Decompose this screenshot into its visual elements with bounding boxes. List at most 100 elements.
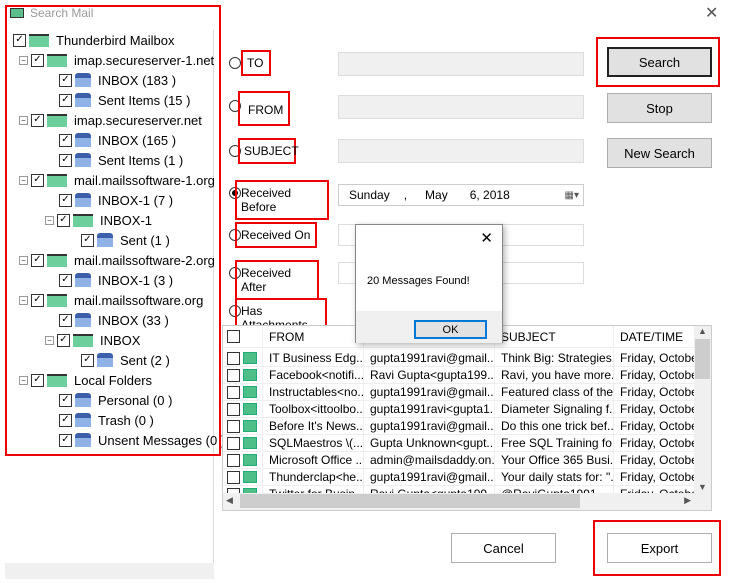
grid-cell: Friday, October: [614, 401, 696, 417]
to-radio[interactable]: [229, 57, 241, 69]
table-row[interactable]: SQLMaestros \(... Gupta Unknown<gupt... Fr…: [223, 435, 696, 452]
calendar-dropdown-icon[interactable]: ▦▾: [565, 190, 579, 201]
select-cell: [223, 367, 263, 383]
select-cell: [223, 350, 263, 366]
scroll-left-icon[interactable]: ◀: [226, 495, 233, 506]
tree-highlight: [5, 5, 221, 456]
select-cell: [223, 418, 263, 434]
grid-cell: Instructables<no...: [263, 384, 364, 400]
table-row[interactable]: Facebook<notifi... Ravi Gupta<gupta199...…: [223, 367, 696, 384]
grid-cell: Ravi, you have more...: [495, 367, 614, 383]
window-close-button[interactable]: ✕: [705, 3, 718, 23]
date-date: 6, 2018: [469, 188, 510, 202]
table-row[interactable]: Instructables<no... gupta1991ravi@gmail..…: [223, 384, 696, 401]
scroll-thumb[interactable]: [240, 494, 580, 508]
select-cell: [223, 326, 263, 347]
grid-cell: Gupta Unknown<gupt...: [364, 435, 495, 451]
from-input[interactable]: [338, 95, 584, 119]
table-row[interactable]: Before It's News... gupta1991ravi@gmail..…: [223, 418, 696, 435]
grid-cell: gupta1991ravi@gmail....: [364, 350, 495, 366]
column-header-from[interactable]: FROM: [263, 326, 364, 347]
select-cell: [223, 384, 263, 400]
scroll-down-icon[interactable]: ▼: [694, 482, 711, 492]
grid-cell: Friday, October: [614, 350, 696, 366]
subject-input[interactable]: [338, 139, 584, 163]
dialog-close-button[interactable]: ✕: [480, 229, 493, 247]
table-row[interactable]: Toolbox<ittoolbo... gupta1991ravi<gupta1.…: [223, 401, 696, 418]
grid-vertical-scrollbar[interactable]: ▲ ▼: [694, 326, 711, 494]
row-checkbox[interactable]: [227, 453, 240, 467]
received-before-date-picker[interactable]: Sunday , May 6, 2018 ▦▾: [338, 184, 584, 206]
search-highlight: [596, 37, 720, 87]
column-header-date-time[interactable]: DATE/TIME: [614, 326, 696, 347]
grid-cell: Your daily stats for: "...: [495, 469, 614, 485]
row-checkbox[interactable]: [227, 436, 240, 450]
row-checkbox[interactable]: [227, 368, 240, 382]
column-header-subject[interactable]: SUBJECT: [495, 326, 614, 347]
grid-cell: Ravi Gupta<gupta199...: [364, 367, 495, 383]
date-month: May: [425, 188, 448, 202]
select-cell: [223, 401, 263, 417]
grid-horizontal-scrollbar[interactable]: ◀ ▶: [223, 493, 711, 510]
grid-cell: Featured class of the...: [495, 384, 614, 400]
grid-cell: Do this one trick bef...: [495, 418, 614, 434]
envelope-icon: [243, 437, 257, 449]
grid-cell: gupta1991ravi@gmail....: [364, 418, 495, 434]
select-cell: [223, 452, 263, 468]
date-sep: ,: [403, 188, 408, 202]
stop-button[interactable]: Stop: [607, 93, 712, 123]
to-input[interactable]: [338, 52, 584, 76]
envelope-icon: [243, 454, 257, 466]
select-cell: [223, 469, 263, 485]
to-label: TO: [241, 50, 271, 76]
scroll-thumb[interactable]: [695, 339, 710, 379]
subject-label: SUBJECT: [238, 138, 299, 164]
envelope-icon: [243, 369, 257, 381]
grid-cell: Toolbox<ittoolbo...: [263, 401, 364, 417]
row-checkbox[interactable]: [227, 385, 240, 399]
grid-cell: Facebook<notifi...: [263, 367, 364, 383]
grid-cell: gupta1991ravi<gupta1...: [364, 401, 495, 417]
grid-cell: IT Business Edg...: [263, 350, 364, 366]
grid-cell: Your Office 365 Busi...: [495, 452, 614, 468]
grid-cell: Microsoft Office ...: [263, 452, 364, 468]
row-checkbox[interactable]: [227, 402, 240, 416]
messages-found-dialog: ✕ 20 Messages Found! OK: [355, 224, 503, 343]
export-highlight: [593, 520, 721, 576]
grid-cell: Think Big: Strategies...: [495, 350, 614, 366]
grid-cell: Friday, October: [614, 384, 696, 400]
grid-cell: SQLMaestros \(...: [263, 435, 364, 451]
grid-cell: gupta1991ravi@gmail....: [364, 469, 495, 485]
received-before-label: Received Before: [235, 180, 329, 220]
grid-cell: Before It's News...: [263, 418, 364, 434]
results-grid[interactable]: FROMTOSUBJECTDATE/TIMEIT Business Edg...…: [222, 325, 712, 511]
row-checkbox[interactable]: [227, 470, 240, 484]
row-checkbox[interactable]: [227, 419, 240, 433]
grid-cell: Friday, October: [614, 367, 696, 383]
tree-horizontal-scrollbar[interactable]: [5, 563, 214, 579]
grid-cell: Free SQL Training fo...: [495, 435, 614, 451]
table-row[interactable]: IT Business Edg... gupta1991ravi@gmail...…: [223, 350, 696, 367]
received-after-label: Received After: [235, 260, 319, 300]
row-checkbox[interactable]: [227, 351, 240, 365]
dialog-message: 20 Messages Found!: [367, 275, 470, 287]
grid-cell: Friday, October: [614, 469, 696, 485]
envelope-icon: [243, 352, 257, 364]
select-all-checkbox[interactable]: [227, 330, 240, 343]
new-search-button[interactable]: New Search: [607, 138, 712, 168]
grid-cell: admin@mailsdaddy.on...: [364, 452, 495, 468]
scroll-up-icon[interactable]: ▲: [694, 326, 711, 336]
table-row[interactable]: Thunderclap<he... gupta1991ravi@gmail....…: [223, 469, 696, 486]
grid-cell: gupta1991ravi@gmail....: [364, 384, 495, 400]
scroll-right-icon[interactable]: ▶: [684, 495, 691, 506]
cancel-button[interactable]: Cancel: [451, 533, 556, 563]
date-day: Sunday: [349, 188, 390, 202]
grid-cell: Thunderclap<he...: [263, 469, 364, 485]
envelope-icon: [243, 471, 257, 483]
envelope-icon: [243, 420, 257, 432]
grid-cell: Diameter Signaling f...: [495, 401, 614, 417]
from-label: FROM: [238, 91, 290, 126]
dialog-ok-button[interactable]: OK: [414, 320, 487, 339]
received-on-label: Received On: [235, 222, 317, 248]
table-row[interactable]: Microsoft Office ... admin@mailsdaddy.on.…: [223, 452, 696, 469]
